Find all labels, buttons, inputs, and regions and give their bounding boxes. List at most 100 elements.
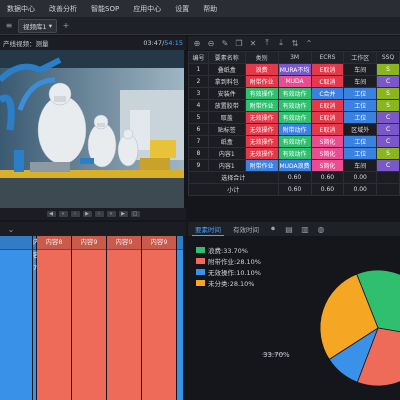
remove-circle-icon[interactable]: ⊖ [206, 38, 216, 48]
table-row[interactable]: 1 叠纸盒 浪费 MURA不均 E取消 车间 S [188, 63, 400, 76]
cell-area[interactable]: 工位 [343, 87, 378, 100]
cell-ecrs[interactable]: E取消 [310, 123, 345, 136]
col-header-category[interactable]: 类别 [244, 51, 279, 64]
cell-area[interactable]: 车间 [343, 75, 378, 88]
rewind-icon[interactable]: « [58, 211, 68, 217]
col-header-name[interactable]: 要素名称 [207, 51, 246, 64]
cell-3m[interactable]: MUDA [277, 75, 312, 88]
cell-area[interactable]: 区域外 [343, 123, 378, 136]
cell-category[interactable]: 附带作业 [244, 159, 279, 172]
cell-name[interactable]: 拿到料包 [207, 75, 246, 88]
menu-data-center[interactable]: 数据中心 [0, 4, 42, 14]
cell-area[interactable]: 工位 [343, 147, 378, 160]
document-icon[interactable]: ▤ [284, 224, 294, 234]
cell-category[interactable]: 浪费 [244, 63, 279, 76]
col-header-area[interactable]: 工作区 [343, 51, 378, 64]
delete-icon[interactable]: ✕ [248, 38, 258, 48]
list-icon[interactable]: ≡ [4, 21, 14, 31]
cell-ecrs[interactable]: S简化 [310, 147, 345, 160]
cell-area[interactable]: 工位 [343, 111, 378, 124]
cell-ssq[interactable]: C [376, 123, 400, 136]
copy-icon[interactable]: ❐ [234, 38, 244, 48]
menu-improve-analysis[interactable]: 改善分析 [42, 4, 84, 14]
cell-ecrs[interactable]: E取消 [310, 63, 345, 76]
col-header-ecrs[interactable]: ECRS [310, 51, 345, 64]
cell-name[interactable]: 取盖 [207, 111, 246, 124]
cell-area[interactable]: 工位 [343, 99, 378, 112]
cell-name[interactable]: 叠纸盒 [207, 63, 246, 76]
cell-ecrs[interactable]: S简化 [310, 159, 345, 172]
cell-id[interactable]: 6 [188, 123, 209, 136]
cell-ssq[interactable]: C [376, 111, 400, 124]
video-player[interactable] [0, 50, 184, 208]
tab-effective-time[interactable]: 有效时间 [230, 223, 262, 235]
cell-ssq[interactable]: S [376, 99, 400, 112]
cell-3m[interactable]: MURA不均 [277, 63, 312, 76]
step-back-icon[interactable]: ‹ [70, 211, 80, 217]
table-row[interactable]: 3 安装件 有效操作 有效动作 C合并 工位 S [188, 87, 400, 100]
cell-name[interactable]: 放置胶带 [207, 99, 246, 112]
timeline-segment[interactable] [177, 236, 184, 400]
palette-icon[interactable]: ◍ [316, 224, 326, 234]
timeline-segment[interactable] [0, 236, 33, 400]
sort-icon[interactable]: ⇅ [290, 38, 300, 48]
cell-category[interactable]: 附带作业 [244, 99, 279, 112]
menu-help[interactable]: 帮助 [196, 4, 224, 14]
step-forward-icon[interactable]: › [94, 211, 104, 217]
cell-category[interactable]: 有效操作 [244, 87, 279, 100]
cell-area[interactable]: 工位 [343, 135, 378, 148]
collapse-icon[interactable]: ⌃ [304, 38, 314, 48]
col-header-id[interactable]: 编号 [188, 51, 209, 64]
table-row[interactable]: 9 内容1 附带作业 MUDA浪费 S简化 车间 C [188, 159, 400, 172]
move-up-icon[interactable]: ⤒ [262, 38, 272, 48]
cell-ssq[interactable]: C [376, 135, 400, 148]
play-icon[interactable]: ▶ [82, 211, 92, 217]
cell-3m[interactable]: 有效动作 [277, 147, 312, 160]
timeline-segment[interactable]: 内容8 [37, 236, 72, 400]
fast-forward-icon[interactable]: » [106, 211, 116, 217]
cell-ecrs[interactable]: E取消 [310, 111, 345, 124]
tab-element-time[interactable]: 要素时间 [192, 223, 224, 236]
cell-id[interactable]: 3 [188, 87, 209, 100]
cell-id[interactable]: 1 [188, 63, 209, 76]
cell-3m[interactable]: 有效动作 [277, 99, 312, 112]
cell-3m[interactable]: 有效动作 [277, 87, 312, 100]
timeline-segment[interactable]: 内容9 [107, 236, 142, 400]
timeline-segment[interactable]: 内容9 [142, 236, 177, 400]
chart-icon[interactable]: ▥ [300, 224, 310, 234]
move-down-icon[interactable]: ⤓ [276, 38, 286, 48]
cell-ecrs[interactable]: E取消 [310, 99, 345, 112]
cell-ecrs[interactable]: C取消 [310, 75, 345, 88]
cell-area[interactable]: 车间 [343, 159, 378, 172]
cell-id[interactable]: 5 [188, 111, 209, 124]
timeline-segment[interactable]: 内容9 [72, 236, 107, 400]
cell-ecrs[interactable]: C合并 [310, 87, 345, 100]
table-row[interactable]: 5 取盖 无效操作 有效动作 E取消 工位 C [188, 111, 400, 124]
cell-name[interactable]: 安装件 [207, 87, 246, 100]
cell-id[interactable]: 2 [188, 75, 209, 88]
menu-smart-sop[interactable]: 智能SOP [84, 4, 126, 14]
table-row[interactable]: 2 拿到料包 附带作业 MUDA C取消 车间 C [188, 75, 400, 88]
cell-ssq[interactable]: C [376, 159, 400, 172]
cell-ecrs[interactable]: S简化 [310, 135, 345, 148]
cell-ssq[interactable]: C [376, 75, 400, 88]
cell-3m[interactable]: 有效动作 [277, 111, 312, 124]
prev-frame-icon[interactable]: ◀ [46, 211, 56, 217]
cell-name[interactable]: 贴标签 [207, 123, 246, 136]
cell-name[interactable]: 纸盒 [207, 135, 246, 148]
table-row[interactable]: 8 内容1 无效操作 有效动作 S简化 工位 S [188, 147, 400, 160]
col-header-3m[interactable]: 3M [277, 51, 312, 64]
cell-category[interactable]: 无效操作 [244, 111, 279, 124]
cell-area[interactable]: 车间 [343, 63, 378, 76]
cell-name[interactable]: 内容1 [207, 159, 246, 172]
cell-category[interactable]: 无效操作 [244, 147, 279, 160]
add-circle-icon[interactable]: ⊕ [192, 38, 202, 48]
col-header-ssq[interactable]: SSQ [376, 51, 400, 64]
cell-id[interactable]: 9 [188, 159, 209, 172]
cell-3m[interactable]: 有效动作 [277, 135, 312, 148]
table-row[interactable]: 4 放置胶带 附带作业 有效动作 E取消 工位 S [188, 99, 400, 112]
cell-category[interactable]: 无效操作 [244, 123, 279, 136]
cell-category[interactable]: 附带作业 [244, 75, 279, 88]
table-row[interactable]: 6 贴标签 无效操作 附带动作 E取消 区域外 C [188, 123, 400, 136]
cell-3m[interactable]: 附带动作 [277, 123, 312, 136]
